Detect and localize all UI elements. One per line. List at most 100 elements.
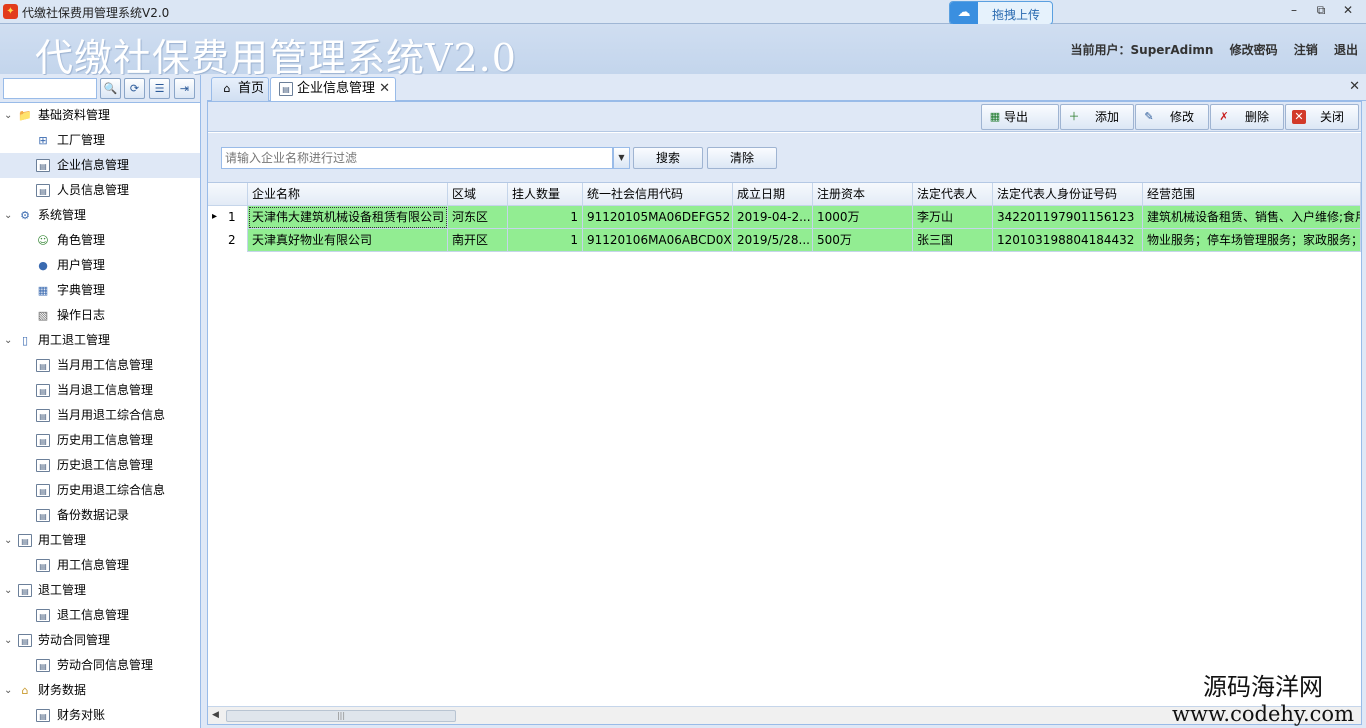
nav-item[interactable]: ● 用户管理 [0, 253, 200, 278]
nav-item[interactable]: ▤ 人员信息管理 [0, 178, 200, 203]
nav-item[interactable]: ⌄ ▤ 退工管理 [0, 578, 200, 603]
nav-item[interactable]: ▤ 企业信息管理 [0, 153, 200, 178]
nav-item[interactable]: ☺ 角色管理 [0, 228, 200, 253]
nav-item[interactable]: ▤ 财务对账 [0, 703, 200, 728]
nav-item[interactable]: ▤ 备份数据记录 [0, 503, 200, 528]
tab-home[interactable]: ⌂ 首页 [211, 77, 269, 101]
table-cell[interactable]: 2019-04-2... [733, 206, 813, 229]
table-cell[interactable]: 120103198804184432 [993, 229, 1143, 252]
nav-item[interactable]: ▤ 用工信息管理 [0, 553, 200, 578]
table-cell[interactable]: 物业服务；停车场管理服务；家政服务； [1143, 229, 1361, 252]
nav-item[interactable]: ▦ 字典管理 [0, 278, 200, 303]
table-cell[interactable]: 1 [508, 229, 583, 252]
window-close-button[interactable]: ✕ [1338, 3, 1358, 19]
restore-button[interactable]: ⧉ [1311, 3, 1331, 19]
edit-button[interactable]: ✎ 修改 [1135, 104, 1209, 130]
search-button[interactable]: 搜索 [633, 147, 703, 169]
id-card-icon: ▤ [18, 584, 32, 597]
nav-item-label: 操作日志 [57, 308, 106, 322]
expand-arrow-icon[interactable]: ⌄ [4, 528, 12, 553]
refresh-icon[interactable]: ⟳ [124, 78, 145, 99]
table-cell[interactable]: 南开区 [448, 229, 508, 252]
nav-item[interactable]: ▤ 退工信息管理 [0, 603, 200, 628]
close-all-tabs-icon[interactable]: ✕ [1349, 79, 1360, 94]
scroll-thumb[interactable]: ||| [226, 710, 456, 722]
table-cell[interactable]: 建筑机械设备租赁、销售、入户维修;食用 [1143, 206, 1361, 229]
nav-item[interactable]: ⊞ 工厂管理 [0, 128, 200, 153]
app-banner-title: 代缴社保费用管理系统V2.0 [35, 36, 517, 80]
nav-item-label: 劳动合同管理 [38, 633, 111, 647]
table-cell[interactable]: 天津真好物业有限公司 [248, 229, 448, 252]
table-row[interactable]: ▸ 1 天津伟大建筑机械设备租赁有限公司 河东区 1 91120105MA06DEFG52… [208, 206, 1361, 229]
expand-arrow-icon[interactable]: ⌄ [4, 678, 12, 703]
minimize-button[interactable]: – [1284, 3, 1304, 19]
delete-button[interactable]: ✗ 删除 [1210, 104, 1284, 130]
exit-link[interactable]: 退出 [1334, 43, 1358, 57]
column-header[interactable]: 经营范围 [1143, 183, 1361, 206]
table-cell[interactable]: 500万 [813, 229, 913, 252]
nav-item[interactable]: ▤ 劳动合同信息管理 [0, 653, 200, 678]
search-icon[interactable]: 🔍 [100, 78, 121, 99]
column-header[interactable]: 成立日期 [733, 183, 813, 206]
sidebar-search-input[interactable] [3, 78, 97, 99]
row-number[interactable]: ▸ 1 [208, 206, 248, 229]
table-row[interactable]: 2 天津真好物业有限公司 南开区 1 91120106MA06ABCD0X 2019/5/… [208, 229, 1361, 252]
table-cell[interactable]: 91120105MA06DEFG52 [583, 206, 733, 229]
nav-item[interactable]: ▧ 操作日志 [0, 303, 200, 328]
expand-arrow-icon[interactable]: ⌄ [4, 628, 12, 653]
expand-arrow-icon[interactable]: ⌄ [4, 203, 12, 228]
column-header[interactable]: 法定代表人身份证号码 [993, 183, 1143, 206]
nav-item[interactable]: ⌄ ⌂ 财务数据 [0, 678, 200, 703]
tab-close-icon[interactable]: ✕ [379, 78, 390, 100]
table-cell[interactable]: 李万山 [913, 206, 993, 229]
nav-item[interactable]: ▤ 历史用工信息管理 [0, 428, 200, 453]
expand-arrow-icon[interactable]: ⌄ [4, 103, 12, 128]
nav-tree: ⌄ 📁 基础资料管理 ⊞ 工厂管理 ▤ 企业信息管理 ▤ 人员信息管理 ⌄ ⚙ 系统管理 ☺ 角色管理 ● 用… [0, 103, 200, 728]
change-password-link[interactable]: 修改密码 [1230, 43, 1278, 57]
company-filter-input[interactable]: 请输入企业名称进行过滤 [221, 147, 613, 169]
logout-link[interactable]: 注销 [1294, 43, 1318, 57]
column-header[interactable]: 企业名称 [248, 183, 448, 206]
nav-item[interactable]: ⌄ ⚙ 系统管理 [0, 203, 200, 228]
nav-item[interactable]: ▤ 历史用退工综合信息 [0, 478, 200, 503]
table-cell[interactable]: 1 [508, 206, 583, 229]
add-button[interactable]: ＋ 添加 [1060, 104, 1134, 130]
nav-item[interactable]: ⌄ 📁 基础资料管理 [0, 103, 200, 128]
row-number[interactable]: 2 [208, 229, 248, 252]
column-header[interactable]: 统一社会信用代码 [583, 183, 733, 206]
nav-item[interactable]: ▤ 历史退工信息管理 [0, 453, 200, 478]
id-card-icon: ▤ [36, 409, 50, 422]
scroll-left-icon[interactable]: ◀ [212, 710, 219, 720]
chevron-down-icon[interactable]: ▼ [613, 147, 630, 169]
nav-item[interactable]: ⌄ ▤ 劳动合同管理 [0, 628, 200, 653]
table-cell[interactable]: 2019/5/28... [733, 229, 813, 252]
nav-item[interactable]: ▤ 当月退工信息管理 [0, 378, 200, 403]
tab-company-info[interactable]: ▤ 企业信息管理 ✕ [270, 77, 396, 102]
table-cell[interactable]: 1000万 [813, 206, 913, 229]
nav-item[interactable]: ⌄ ▤ 用工管理 [0, 528, 200, 553]
column-header[interactable]: 注册资本 [813, 183, 913, 206]
close-button[interactable]: ✕ 关闭 [1285, 104, 1359, 130]
column-header[interactable]: 挂人数量 [508, 183, 583, 206]
list-icon[interactable]: ☰ [149, 78, 170, 99]
column-header[interactable]: 区域 [448, 183, 508, 206]
table-cell[interactable]: 91120106MA06ABCD0X [583, 229, 733, 252]
table-cell[interactable]: 河东区 [448, 206, 508, 229]
collapse-icon[interactable]: ⇥ [174, 78, 195, 99]
drag-upload-button[interactable]: ☁ 拖拽上传 [949, 1, 1053, 25]
expand-arrow-icon[interactable]: ⌄ [4, 578, 12, 603]
table-cell[interactable]: 342201197901156123 [993, 206, 1143, 229]
column-header[interactable]: 法定代表人 [913, 183, 993, 206]
nav-item[interactable]: ▤ 当月用退工综合信息 [0, 403, 200, 428]
export-excel-button[interactable]: ▦ 导出Excel [981, 104, 1059, 148]
expand-arrow-icon[interactable]: ⌄ [4, 328, 12, 353]
close-label: 关闭 [1320, 110, 1345, 124]
home-icon: ⌂ [223, 82, 231, 95]
clear-button[interactable]: 清除 [707, 147, 777, 169]
nav-item-label: 历史用退工综合信息 [57, 483, 166, 497]
nav-item[interactable]: ⌄ ▯ 用工退工管理 [0, 328, 200, 353]
table-cell[interactable]: 张三国 [913, 229, 993, 252]
nav-item[interactable]: ▤ 当月用工信息管理 [0, 353, 200, 378]
edit-label: 修改 [1170, 110, 1195, 124]
table-cell[interactable]: 天津伟大建筑机械设备租赁有限公司 [248, 206, 448, 229]
